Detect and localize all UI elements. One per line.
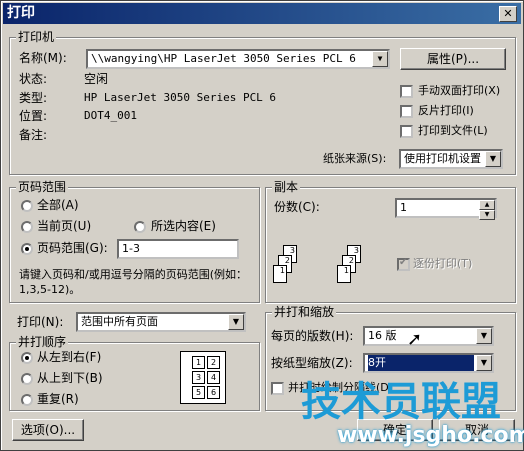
order-left-to-right-radio[interactable] [21, 352, 33, 364]
zoom-group-title: 并打和缩放 [272, 305, 337, 319]
scale-combo[interactable]: 8开 ▼ [363, 353, 494, 373]
page-range-group-title: 页码范围 [16, 180, 69, 194]
location-value: DOT4_001 [84, 109, 137, 122]
print-to-file-label: 打印到文件(L) [418, 124, 488, 137]
order-top-to-bottom-radio[interactable] [21, 373, 33, 385]
range-pages-label: 页码范围(G): [37, 241, 108, 255]
copies-input[interactable]: 1 ▲ ▼ [395, 198, 497, 220]
range-pages-radio[interactable] [21, 243, 33, 255]
status-value: 空闲 [84, 72, 109, 86]
spin-down-icon[interactable]: ▼ [479, 210, 495, 220]
close-icon: ✕ [503, 7, 513, 20]
range-all-radio[interactable] [21, 200, 33, 212]
spin-up-icon[interactable]: ▲ [479, 200, 495, 210]
order-top-to-bottom-label: 从上到下(B) [37, 371, 103, 385]
scale-value: 8开 [368, 355, 474, 371]
range-current-radio[interactable] [21, 221, 33, 233]
print-what-combo[interactable]: 范围中所有页面 ▼ [76, 312, 246, 332]
dialog-title: 打印 [7, 5, 35, 21]
draw-separator-checkbox[interactable] [271, 382, 284, 395]
pages-per-sheet-value: 16 版 [368, 329, 397, 342]
page-icon: 1 [337, 265, 351, 283]
order-cell: 5 [192, 386, 205, 399]
manual-duplex-label: 手动双面打印(X) [418, 84, 501, 97]
print-to-file-checkbox[interactable] [400, 125, 413, 138]
paper-source-combo[interactable]: 使用打印机设置 ▼ [399, 149, 503, 169]
printer-name-combo[interactable]: \\wangying\HP LaserJet 3050 Series PCL 6… [86, 49, 390, 69]
pages-per-sheet-combo[interactable]: 16 版 ▼ [363, 326, 494, 346]
copies-group-title: 副本 [272, 180, 301, 194]
printer-name-label: 名称(M): [19, 51, 67, 65]
copies-spinner[interactable]: ▲ ▼ [479, 200, 495, 220]
printer-name-value: \\wangying\HP LaserJet 3050 Series PCL 6 [91, 52, 356, 65]
comment-label: 备注: [19, 128, 48, 142]
range-all-label: 全部(A) [37, 198, 79, 212]
chevron-down-icon[interactable]: ▼ [476, 328, 492, 344]
reverse-print-checkbox[interactable] [400, 105, 413, 118]
watermark-brand: 技术员联盟 [301, 379, 501, 425]
paper-source-value: 使用打印机设置 [404, 152, 481, 165]
print-what-label: 打印(N): [17, 315, 64, 329]
collate-label: 逐份打印(T) [413, 257, 473, 270]
reverse-print-label: 反片打印(I) [418, 104, 474, 117]
type-value: HP LaserJet 3050 Series PCL 6 [84, 91, 277, 104]
scale-label: 按纸型缩放(Z): [271, 356, 353, 370]
printer-group-title: 打印机 [16, 30, 57, 44]
order-cell: 3 [192, 371, 205, 384]
status-label: 状态: [19, 72, 48, 86]
page-range-hint: 请键入页码和/或用逗号分隔的页码范围(例如：1,3,5-12)。 [19, 268, 247, 296]
range-selection-radio[interactable] [134, 221, 146, 233]
copies-label: 份数(C): [274, 200, 320, 214]
checkmark-icon: ✔ [399, 257, 408, 268]
collate-checkbox[interactable]: ✔ [397, 257, 410, 271]
copies-value: 1 [400, 201, 407, 214]
chevron-down-icon[interactable]: ▼ [476, 355, 492, 371]
range-current-label: 当前页(U) [37, 219, 92, 233]
page-icon: 1 [273, 265, 287, 283]
properties-button[interactable]: 属性(P)... [400, 48, 506, 70]
chevron-down-icon[interactable]: ▼ [228, 314, 244, 330]
order-group-title: 并打顺序 [16, 335, 69, 349]
page-range-input[interactable]: 1-3 [117, 239, 239, 259]
close-button[interactable]: ✕ [499, 6, 517, 22]
print-what-value: 范围中所有页面 [81, 315, 158, 328]
order-cell: 4 [207, 371, 220, 384]
chevron-down-icon[interactable]: ▼ [485, 151, 501, 167]
range-selection-label: 所选内容(E) [151, 219, 216, 233]
mouse-cursor-icon: ➚ [407, 329, 423, 350]
watermark-url: www.jsgho.com [337, 423, 524, 448]
order-cell: 2 [207, 356, 220, 369]
type-label: 类型: [19, 91, 48, 105]
order-repeat-radio[interactable] [21, 394, 33, 406]
manual-duplex-checkbox[interactable] [400, 85, 413, 98]
options-button[interactable]: 选项(O)... [12, 419, 84, 441]
pages-per-sheet-label: 每页的版数(H): [271, 329, 354, 343]
order-cell: 1 [192, 356, 205, 369]
order-preview: 1 2 3 4 5 6 [180, 351, 226, 404]
title-bar: 打印 ✕ [3, 3, 521, 24]
chevron-down-icon[interactable]: ▼ [372, 51, 388, 67]
print-dialog: 打印 ✕ 打印机 名称(M): \\wangying\HP LaserJet 3… [0, 0, 524, 451]
location-label: 位置: [19, 109, 48, 123]
order-left-to-right-label: 从左到右(F) [37, 350, 102, 364]
order-repeat-label: 重复(R) [37, 392, 79, 406]
paper-source-label: 纸张来源(S): [323, 152, 387, 165]
order-cell: 6 [207, 386, 220, 399]
